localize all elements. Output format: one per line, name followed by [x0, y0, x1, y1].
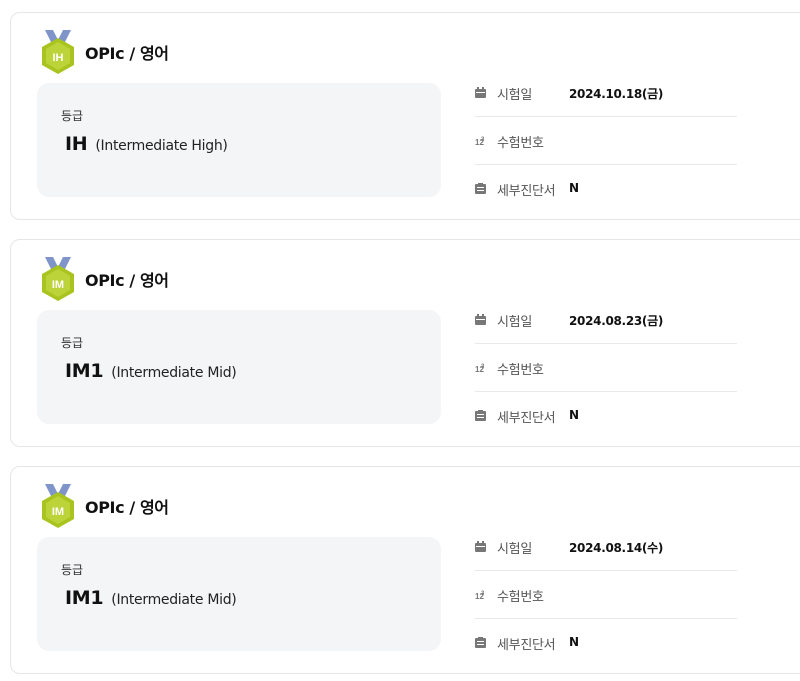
info-row-exam-date: 시험일 2024.08.23(금) — [475, 296, 737, 344]
medal-badge-text: IM — [52, 279, 64, 291]
number-icon: 12 3 — [475, 591, 485, 600]
grade-description: (Intermediate High) — [95, 138, 228, 154]
exam-date-label: 시험일 — [497, 315, 532, 330]
card-header: IM OPIc / 영어 — [39, 257, 169, 301]
exam-number-label: 수험번호 — [497, 363, 544, 378]
record-card: IM OPIc / 영어 등급 IM1 (Intermediate Mid) 시… — [10, 466, 800, 674]
exam-date-value: 2024.08.23(금) — [569, 314, 664, 328]
info-row-exam-number: 12 3 수험번호 — [475, 117, 737, 165]
calendar-icon — [475, 541, 486, 552]
number-icon: 12 3 — [475, 364, 485, 373]
diagnosis-value: N — [569, 181, 579, 195]
report-icon — [475, 410, 486, 421]
card-header: IH OPIc / 영어 — [39, 30, 169, 74]
grade-code: IM1 — [65, 587, 104, 609]
medal-icon: IM — [42, 484, 74, 528]
info-row-diagnosis: 세부진단서 N — [475, 392, 737, 439]
diagnosis-label: 세부진단서 — [497, 184, 556, 199]
info-row-diagnosis: 세부진단서 N — [475, 165, 737, 212]
calendar-icon — [475, 314, 486, 325]
grade-box: 등급 IM1 (Intermediate Mid) — [37, 310, 441, 424]
info-row-exam-date: 시험일 2024.08.14(수) — [475, 523, 737, 571]
test-title: OPIc / 영어 — [85, 44, 169, 63]
card-header: IM OPIc / 영어 — [39, 484, 169, 528]
medal-badge-text: IM — [52, 506, 64, 518]
test-title: OPIc / 영어 — [85, 271, 169, 290]
info-row-exam-number: 12 3 수험번호 — [475, 344, 737, 392]
diagnosis-label: 세부진단서 — [497, 411, 556, 426]
grade-code: IM1 — [65, 360, 104, 382]
diagnosis-value: N — [569, 635, 579, 649]
exam-number-label: 수험번호 — [497, 590, 544, 605]
number-icon: 12 3 — [475, 137, 485, 146]
record-card: IH OPIc / 영어 등급 IH (Intermediate High) 시… — [10, 12, 800, 220]
calendar-icon — [475, 87, 486, 98]
grade-description: (Intermediate Mid) — [111, 592, 237, 608]
svg-text:3: 3 — [481, 137, 485, 143]
info-row-exam-number: 12 3 수험번호 — [475, 571, 737, 619]
grade-description: (Intermediate Mid) — [111, 365, 237, 381]
exam-date-value: 2024.10.18(금) — [569, 87, 664, 101]
test-title: OPIc / 영어 — [85, 498, 169, 517]
info-row-diagnosis: 세부진단서 N — [475, 619, 737, 666]
exam-date-label: 시험일 — [497, 88, 532, 103]
grade-box: 등급 IM1 (Intermediate Mid) — [37, 537, 441, 651]
grade-label: 등급 — [61, 109, 84, 123]
medal-icon: IM — [42, 257, 74, 301]
report-icon — [475, 637, 486, 648]
report-icon — [475, 183, 486, 194]
exam-date-label: 시험일 — [497, 542, 532, 557]
exam-number-label: 수험번호 — [497, 136, 544, 151]
grade-box: 등급 IH (Intermediate High) — [37, 83, 441, 197]
grade-row: IM1 (Intermediate Mid) — [65, 587, 237, 609]
grade-row: IH (Intermediate High) — [65, 133, 228, 155]
svg-text:3: 3 — [481, 364, 485, 370]
grade-row: IM1 (Intermediate Mid) — [65, 360, 237, 382]
info-list: 시험일 2024.08.23(금) 12 3 수험번호 세부진단서 N — [475, 296, 737, 439]
info-row-exam-date: 시험일 2024.10.18(금) — [475, 69, 737, 117]
svg-text:3: 3 — [481, 591, 485, 597]
info-list: 시험일 2024.08.14(수) 12 3 수험번호 세부진단서 N — [475, 523, 737, 666]
medal-badge-text: IH — [53, 52, 64, 64]
record-card: IM OPIc / 영어 등급 IM1 (Intermediate Mid) 시… — [10, 239, 800, 447]
diagnosis-label: 세부진단서 — [497, 638, 556, 653]
info-list: 시험일 2024.10.18(금) 12 3 수험번호 세부진단서 N — [475, 69, 737, 212]
medal-icon: IH — [42, 30, 74, 74]
grade-label: 등급 — [61, 563, 84, 577]
grade-label: 등급 — [61, 336, 84, 350]
grade-code: IH — [65, 133, 88, 155]
diagnosis-value: N — [569, 408, 579, 422]
exam-date-value: 2024.08.14(수) — [569, 541, 664, 555]
